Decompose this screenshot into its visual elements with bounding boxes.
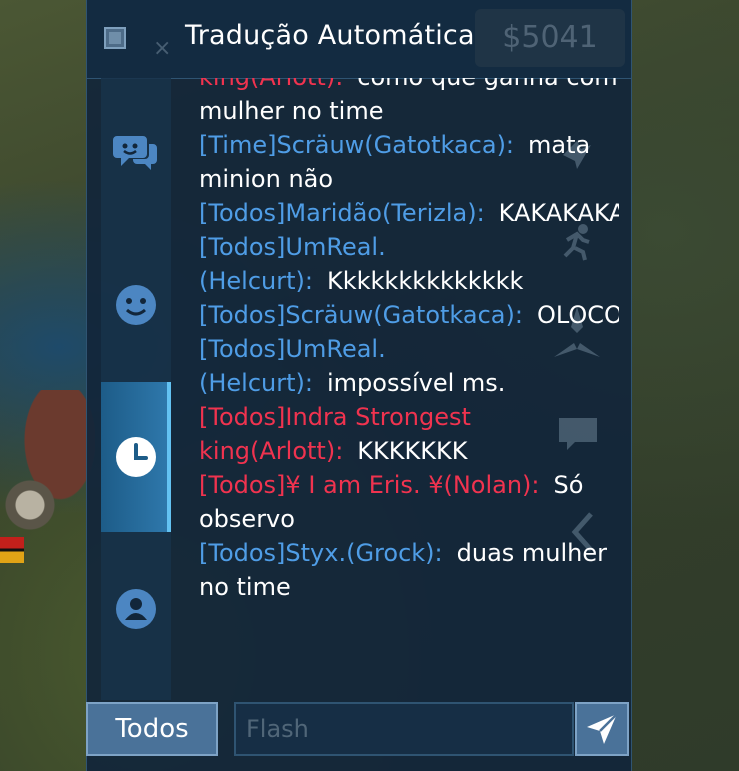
message-sender: [Todos]¥ I am Eris. ¥(Nolan):: [199, 471, 540, 499]
clock-icon: [116, 437, 156, 477]
chat-panel: × $5041 Tradução Automática mulher no ti…: [86, 0, 632, 771]
chat-message: [Todos]UmReal.(Helcurt): Kkkkkkkkkkkkkk: [199, 230, 619, 298]
message-sender: [Todos]Maridão(Terizla):: [199, 199, 485, 227]
ghost-gold-counter: $5041: [475, 9, 625, 67]
chat-message: [Todos]UmReal.(Helcurt): impossível ms.: [199, 332, 619, 400]
hero-health-bar: [0, 537, 24, 563]
chat-tab-rail: [101, 78, 171, 700]
message-sender: [Todos]Styx.(Grock):: [199, 539, 443, 567]
message-text: OLOCO: [536, 301, 619, 329]
channel-select-button[interactable]: Todos: [86, 702, 218, 756]
message-text: Kkkkkkkkkkkkkk: [326, 267, 524, 295]
chat-message: [Todos]Scräuw(Gatotkaca): OLOCO: [199, 298, 619, 332]
tab-friends[interactable]: [101, 534, 171, 684]
chat-header: × $5041 Tradução Automática: [87, 0, 631, 79]
friend-user-icon: [116, 589, 156, 629]
chat-bubbles-icon: [113, 136, 157, 170]
chat-message: [Todos]Indra Strongest king(Arlott): KKKK…: [199, 400, 619, 468]
message-text: KAKAKAKAKSKKAKAKA: [498, 199, 619, 227]
tab-emoji[interactable]: [101, 230, 171, 380]
message-sender: king(Arlott):: [199, 78, 343, 91]
auto-translate-label: Tradução Automática: [185, 20, 475, 51]
message-text: KKKKKKK: [357, 437, 468, 465]
auto-translate-checkbox[interactable]: [104, 27, 126, 49]
message-sender: [Time]Scräuw(Gatotkaca):: [199, 131, 515, 159]
chat-message: [Todos]Maridão(Terizla): KAKAKAKAKSKKAKAK…: [199, 196, 619, 230]
chat-message: [Time]Scräuw(Gatotkaca): mata minion não: [199, 128, 619, 196]
chat-message-list[interactable]: king(Arlott):como que ganha com mulher n…: [199, 78, 619, 686]
hero-sprite: [0, 390, 95, 540]
tab-history[interactable]: [101, 382, 171, 532]
send-arrow-icon: [587, 713, 618, 744]
emoji-face-icon: [116, 285, 156, 325]
chat-message-input[interactable]: [234, 702, 574, 756]
send-button[interactable]: [575, 702, 629, 756]
message-sender: [Todos]Scräuw(Gatotkaca):: [199, 301, 523, 329]
chat-message: [Todos]¥ I am Eris. ¥(Nolan): Só observo: [199, 468, 619, 536]
chat-message: king(Arlott):como que ganha com mulher n…: [199, 78, 619, 128]
chat-message: [Todos]Styx.(Grock): duas mulher no time: [199, 536, 619, 604]
ghost-hud-text: ×: [153, 36, 172, 61]
tab-chat[interactable]: [101, 78, 171, 228]
message-text: impossível ms.: [326, 369, 506, 397]
